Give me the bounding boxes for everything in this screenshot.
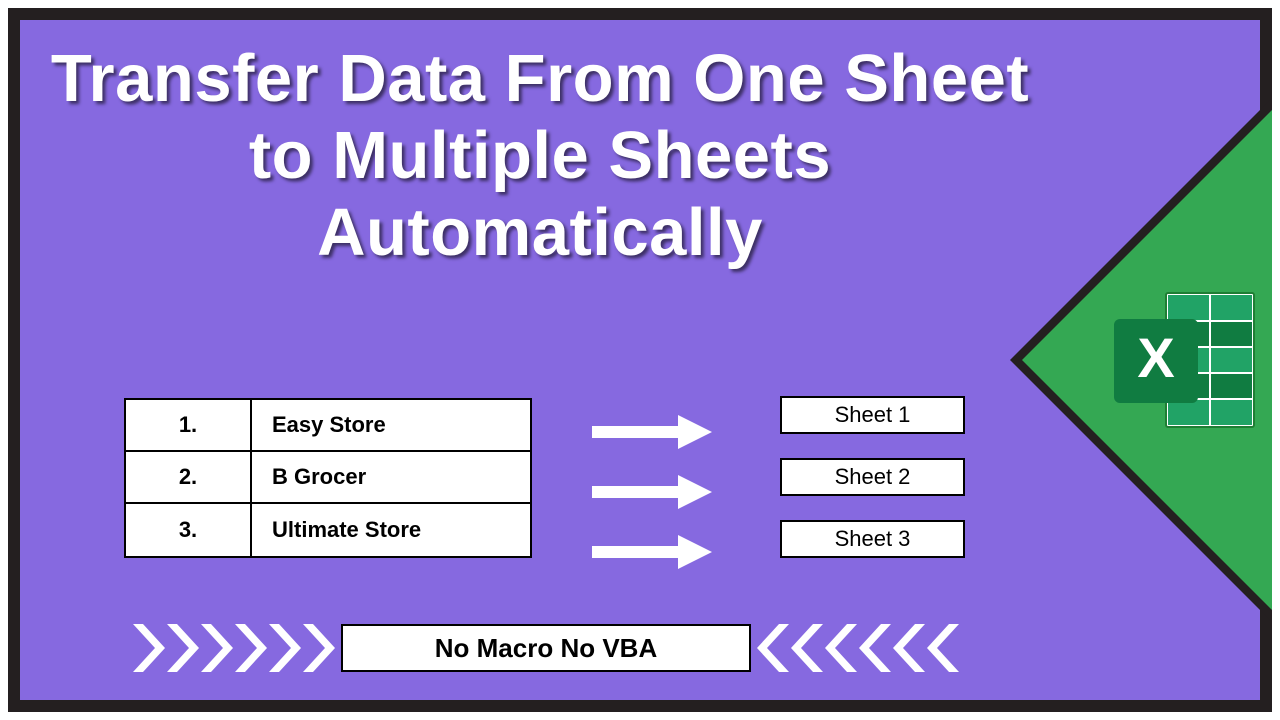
table-row: 1. Easy Store bbox=[126, 400, 530, 452]
chevron-right-icon bbox=[301, 624, 335, 672]
chevron-right-icon bbox=[267, 624, 301, 672]
arrow-right-icon bbox=[592, 535, 712, 569]
sheet-box: Sheet 2 bbox=[780, 458, 965, 496]
chevron-left-icon bbox=[893, 624, 927, 672]
chevron-left-icon bbox=[859, 624, 893, 672]
row-name: Easy Store bbox=[252, 400, 530, 450]
ribbon-label: No Macro No VBA bbox=[341, 624, 751, 672]
thumbnail-canvas: Transfer Data From One Sheet to Multiple… bbox=[8, 8, 1272, 712]
chevron-right-icon bbox=[199, 624, 233, 672]
chevron-left-icon bbox=[927, 624, 961, 672]
excel-icon: X bbox=[1112, 285, 1262, 435]
main-title: Transfer Data From One Sheet to Multiple… bbox=[40, 40, 1040, 271]
chevron-left-icon bbox=[825, 624, 859, 672]
row-name: B Grocer bbox=[252, 452, 530, 502]
row-name: Ultimate Store bbox=[252, 504, 530, 556]
sheet-list: Sheet 1 Sheet 2 Sheet 3 bbox=[780, 396, 965, 582]
chevron-left-icon bbox=[757, 624, 791, 672]
arrow-right-icon bbox=[592, 415, 712, 449]
transfer-arrows bbox=[592, 402, 712, 582]
row-number: 2. bbox=[126, 452, 252, 502]
table-row: 2. B Grocer bbox=[126, 452, 530, 504]
svg-text:X: X bbox=[1137, 326, 1174, 389]
row-number: 3. bbox=[126, 504, 252, 556]
store-table: 1. Easy Store 2. B Grocer 3. Ultimate St… bbox=[124, 398, 532, 558]
table-row: 3. Ultimate Store bbox=[126, 504, 530, 556]
chevron-right-icon bbox=[131, 624, 165, 672]
chevron-right-icon bbox=[233, 624, 267, 672]
arrow-right-icon bbox=[592, 475, 712, 509]
sheet-box: Sheet 1 bbox=[780, 396, 965, 434]
row-number: 1. bbox=[126, 400, 252, 450]
bottom-ribbon: No Macro No VBA bbox=[126, 624, 966, 672]
chevron-left-group bbox=[751, 624, 966, 672]
chevron-left-icon bbox=[791, 624, 825, 672]
chevron-right-group bbox=[126, 624, 341, 672]
sheet-box: Sheet 3 bbox=[780, 520, 965, 558]
chevron-right-icon bbox=[165, 624, 199, 672]
